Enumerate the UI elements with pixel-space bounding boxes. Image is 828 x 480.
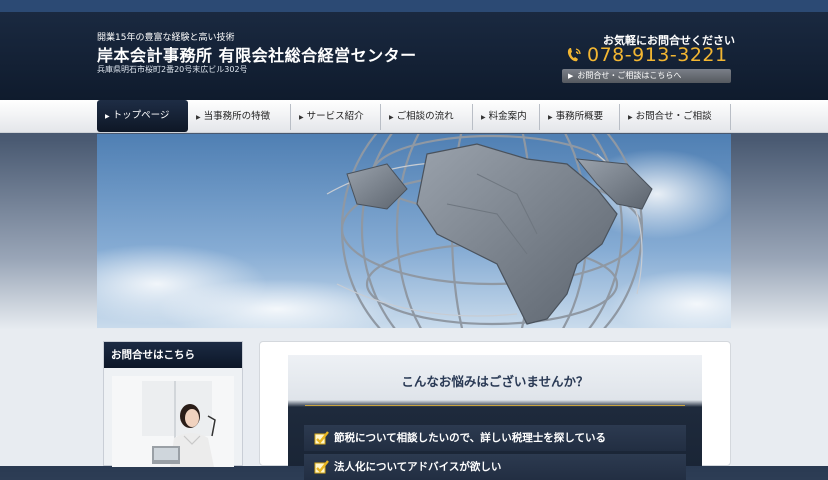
nav-item-label: 料金案内 — [488, 111, 527, 122]
operator-illustration — [112, 376, 234, 467]
nav-item-fees[interactable]: ▶ 料金案内 — [473, 104, 540, 130]
nav-item-label: ご相談の流れ — [396, 111, 454, 122]
triangle-right-icon: ▶ — [548, 114, 553, 121]
sidebar-heading: お問合せはこちら — [104, 342, 242, 368]
nav-item-label: 当事務所の特徴 — [203, 111, 271, 122]
triangle-right-icon: ▶ — [105, 113, 110, 120]
contact-link-label: お問合せ・ご相談はこちらへ — [577, 71, 682, 80]
sidebar-contact-box[interactable]: お問合せはこちら — [103, 341, 243, 467]
check-icon — [314, 431, 329, 445]
nav-item-office[interactable]: ▶ 事務所概要 — [540, 104, 620, 130]
globe-image — [97, 134, 731, 328]
triangle-right-icon: ▶ — [389, 114, 394, 121]
nav-item-contact[interactable]: ▶ お問合せ・ご相談 — [620, 104, 731, 130]
contact-link-button[interactable]: ▶ お問合せ・ご相談はこちらへ — [562, 69, 731, 83]
worry-panel: こんなお悩みはございませんか？ 節税について相談したいので、詳しい税理士を探して… — [288, 355, 702, 480]
worry-item: 法人化についてアドバイスが欲しい — [304, 454, 686, 480]
nav-item-label: トップページ — [112, 110, 170, 121]
worry-title: こんなお悩みはございませんか？ — [401, 374, 589, 389]
triangle-right-icon: ▶ — [196, 114, 201, 121]
triangle-right-icon: ▶ — [481, 114, 486, 121]
nav-item-label: サービス紹介 — [306, 111, 364, 122]
worry-item: 節税について相談したいので、詳しい税理士を探している — [304, 425, 686, 451]
triangle-right-icon: ▶ — [628, 114, 633, 121]
phone-number[interactable]: 078-913-3221 — [587, 44, 728, 66]
phone-row: 078-913-3221 — [566, 44, 728, 66]
global-nav: ▶ トップページ ▶ 当事務所の特徴 ▶ サービス紹介 ▶ ご相談の流れ ▶ 料金案内 ▶… — [0, 100, 828, 133]
nav-item-label: 事務所概要 — [555, 111, 604, 122]
triangle-right-icon: ▶ — [568, 72, 574, 80]
gold-divider — [305, 405, 685, 406]
phone-icon — [567, 48, 581, 62]
hero-image — [97, 134, 731, 328]
check-icon — [314, 460, 329, 474]
site-header: 開業15年の豊富な経験と高い技術 岸本会計事務所 有限会社総合経営センター 兵庫… — [0, 12, 828, 100]
worry-item-text: 法人化についてアドバイスが欲しい — [334, 461, 502, 473]
worry-item-text: 節税について相談したいので、詳しい税理士を探している — [334, 432, 606, 444]
site-address: 兵庫県明石市桜町2番20号末広ビル302号 — [97, 65, 248, 74]
top-strip — [0, 0, 828, 12]
nav-item-label: お問合せ・ご相談 — [635, 111, 712, 122]
nav-item-flow[interactable]: ▶ ご相談の流れ — [381, 104, 473, 130]
nav-item-features[interactable]: ▶ 当事務所の特徴 — [188, 104, 291, 130]
operator-photo — [112, 376, 234, 467]
nav-item-services[interactable]: ▶ サービス紹介 — [291, 104, 381, 130]
triangle-right-icon: ▶ — [299, 114, 304, 121]
site-title[interactable]: 岸本会計事務所 有限会社総合経営センター — [97, 42, 417, 66]
nav-item-top[interactable]: ▶ トップページ — [97, 100, 188, 132]
